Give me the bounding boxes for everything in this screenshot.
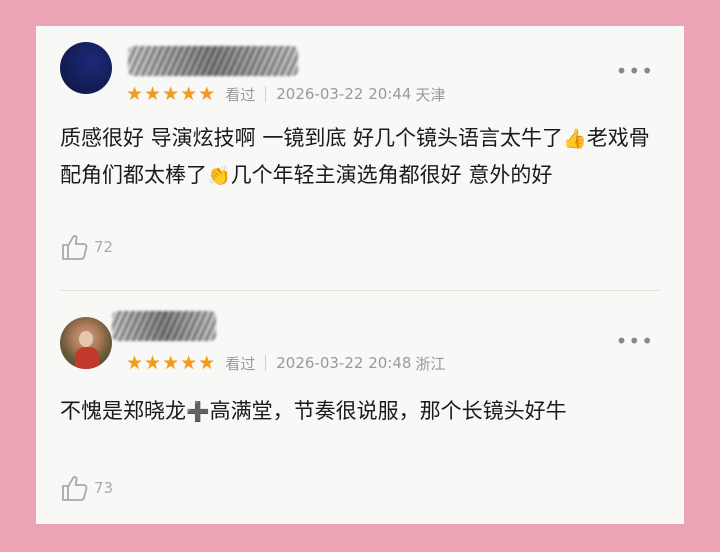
watched-label: 看过 <box>225 85 256 104</box>
review-text: 不愧是郑晓龙➕高满堂，节奏很说服，那个长镜头好牛 <box>60 399 567 423</box>
plus-emoji: ➕ <box>186 401 210 423</box>
avatar[interactable] <box>60 317 112 369</box>
rating-stars: ★ ★ ★ ★ ★ <box>126 353 215 373</box>
review-item: ••• ★ ★ ★ ★ ★ 看过 2026-03-22 20:48 浙江 不愧是… <box>36 291 684 524</box>
star-icon: ★ <box>162 83 180 105</box>
more-icon[interactable]: ••• <box>616 331 654 351</box>
like-button[interactable]: 72 <box>60 232 113 262</box>
rating-stars: ★ ★ ★ ★ ★ <box>126 84 215 104</box>
review-text: 质感很好 导演炫技啊 一镜到底 好几个镜头语言太牛了👍老戏骨配角们都太棒了👏几个… <box>60 126 650 187</box>
thumbs-up-emoji: 👍 <box>563 128 587 150</box>
like-count: 73 <box>94 479 114 497</box>
star-icon: ★ <box>198 83 216 105</box>
redaction-blur <box>128 46 298 76</box>
avatar-face <box>79 331 93 347</box>
like-count: 72 <box>94 238 114 256</box>
review-meta: ★ ★ ★ ★ ★ 看过 2026-03-22 20:48 浙江 <box>126 351 445 375</box>
review-item: ••• ★ ★ ★ ★ ★ 看过 2026-03-22 20:44 天津 质感很… <box>36 26 684 290</box>
star-icon: ★ <box>144 352 162 374</box>
avatar-figure <box>75 347 99 369</box>
thumbs-up-icon <box>62 235 88 260</box>
review-location: 天津 <box>415 85 446 104</box>
star-icon: ★ <box>180 83 198 105</box>
nickname-redacted[interactable] <box>128 46 298 76</box>
clapping-hands-emoji: 👏 <box>207 165 231 187</box>
more-icon[interactable]: ••• <box>616 61 654 81</box>
like-button[interactable]: 73 <box>60 473 113 503</box>
review-datetime: 2026-03-22 20:48 <box>276 354 412 372</box>
review-location: 浙江 <box>415 354 446 373</box>
divider <box>265 86 267 102</box>
star-icon: ★ <box>144 83 162 105</box>
avatar[interactable] <box>60 42 112 94</box>
nickname-redacted[interactable] <box>112 311 216 341</box>
review-meta: ★ ★ ★ ★ ★ 看过 2026-03-22 20:44 天津 <box>126 82 445 106</box>
star-icon: ★ <box>126 83 144 105</box>
divider <box>265 355 267 371</box>
comments-card: ••• ★ ★ ★ ★ ★ 看过 2026-03-22 20:44 天津 质感很… <box>36 26 684 524</box>
star-icon: ★ <box>126 352 144 374</box>
thumbs-up-icon <box>62 476 88 501</box>
star-icon: ★ <box>162 352 180 374</box>
star-icon: ★ <box>198 352 216 374</box>
watched-label: 看过 <box>225 354 256 373</box>
redaction-blur <box>112 311 216 341</box>
star-icon: ★ <box>180 352 198 374</box>
review-datetime: 2026-03-22 20:44 <box>276 85 412 103</box>
